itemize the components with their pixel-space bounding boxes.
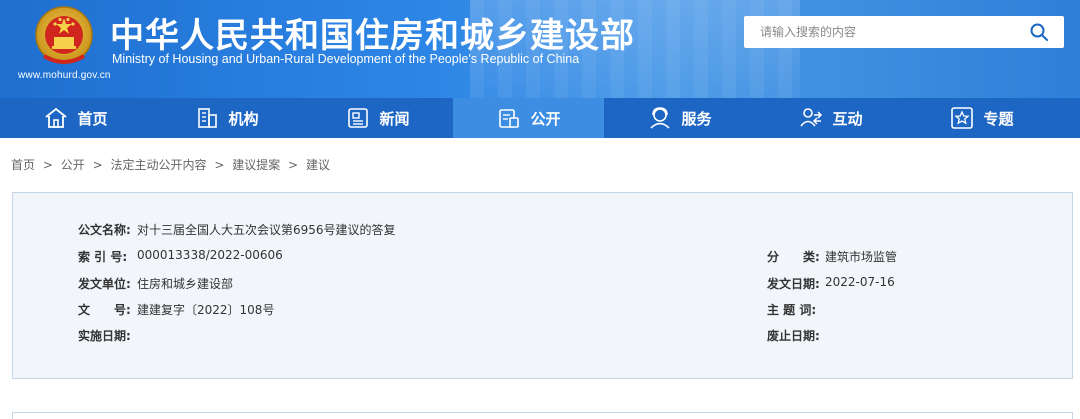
index-value: 000013338/2022-00606	[137, 248, 283, 262]
breadcrumb-home[interactable]: 首页	[11, 158, 35, 172]
document-metadata: 公文名称: 对十三届全国人大五次会议第6956号建议的答复 索 引 号: 000…	[12, 192, 1073, 379]
site-title-cn: 中华人民共和国住房和城乡建设部	[110, 16, 635, 56]
search-box	[744, 16, 1064, 48]
breadcrumb-suggestions[interactable]: 建议	[306, 158, 330, 172]
breadcrumb-separator: >	[214, 158, 225, 172]
issue-date-label: 发文日期:	[767, 277, 820, 291]
search-input[interactable]	[744, 17, 1014, 47]
newspaper-icon	[348, 108, 369, 128]
site-title-en: Ministry of Housing and Urban-Rural Deve…	[112, 52, 580, 66]
nav-item-news[interactable]: 新闻	[302, 98, 453, 138]
breadcrumb: 首页 > 公开 > 法定主动公开内容 > 建议提案 > 建议	[11, 156, 334, 173]
nav-item-interaction[interactable]: 互动	[755, 98, 906, 138]
nav-label: 新闻	[379, 109, 410, 128]
doc-name-label: 公文名称:	[78, 223, 131, 237]
doc-name: 对十三届全国人大五次会议第6956号建议的答复	[137, 223, 396, 237]
nav-label: 公开	[530, 109, 561, 128]
site-url: www.mohurd.gov.cn	[18, 70, 111, 81]
subject-label: 主 题 词:	[767, 303, 817, 317]
breadcrumb-proposals[interactable]: 建议提案	[232, 158, 280, 172]
breadcrumb-statutory[interactable]: 法定主动公开内容	[110, 158, 206, 172]
index-label: 索 引 号:	[78, 250, 128, 264]
issuer-value: 住房和城乡建设部	[137, 277, 234, 291]
nav-label: 互动	[832, 109, 863, 128]
category-label: 分 类:	[767, 250, 820, 264]
nav-label: 首页	[77, 109, 108, 128]
nav-label: 服务	[681, 109, 712, 128]
expiry-date-label: 废止日期:	[767, 329, 820, 343]
header-banner: www.mohurd.gov.cn 中华人民共和国住房和城乡建设部 Minist…	[0, 0, 1080, 98]
nav-label: 专题	[983, 109, 1014, 128]
nav-item-services[interactable]: 服务	[604, 98, 755, 138]
content-box	[12, 412, 1073, 419]
category-value: 建筑市场监管	[825, 250, 898, 264]
effective-date-label: 实施日期:	[78, 329, 131, 343]
nav-item-topics[interactable]: 专题	[906, 98, 1057, 138]
home-icon	[45, 107, 68, 128]
breadcrumb-separator: >	[42, 158, 53, 172]
national-emblem-icon[interactable]	[26, 4, 102, 70]
breadcrumb-separator: >	[288, 158, 299, 172]
nav-item-institutions[interactable]: 机构	[151, 98, 302, 138]
main-nav: 首页 机构 新闻 公开 服务 互动 专题	[0, 98, 1080, 138]
issuer-label: 发文单位:	[78, 277, 131, 291]
nav-item-public[interactable]: 公开	[453, 98, 604, 138]
document-icon	[499, 109, 520, 128]
search-icon[interactable]	[1030, 23, 1048, 41]
building-icon	[198, 108, 218, 128]
interaction-icon	[800, 108, 823, 127]
service-icon	[650, 107, 671, 129]
star-icon	[951, 107, 974, 129]
doc-number-value: 建建复字〔2022〕108号	[137, 303, 275, 317]
breadcrumb-separator: >	[92, 158, 103, 172]
doc-number-label: 文 号:	[78, 303, 131, 317]
breadcrumb-public[interactable]: 公开	[61, 158, 85, 172]
nav-label: 机构	[228, 109, 259, 128]
issue-date-value: 2022-07-16	[825, 275, 895, 289]
nav-item-home[interactable]: 首页	[0, 98, 151, 138]
